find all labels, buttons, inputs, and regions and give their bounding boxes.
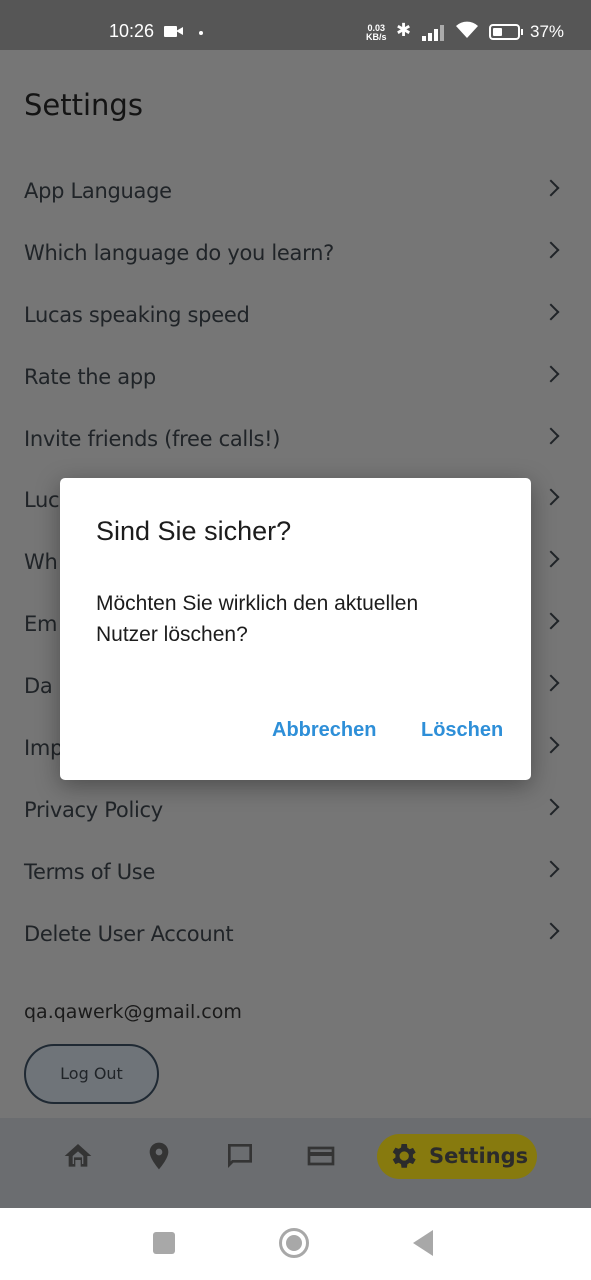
page-title: Settings <box>24 88 143 122</box>
chevron-right-icon <box>542 674 560 692</box>
chevron-right-icon <box>542 550 560 568</box>
settings-item[interactable]: Invite friends (free calls!) <box>0 410 591 472</box>
system-back-button[interactable] <box>413 1230 433 1256</box>
cancel-button[interactable]: Abbrechen <box>272 719 376 742</box>
wifi-icon <box>455 20 479 45</box>
settings-item[interactable]: Delete User Account <box>0 905 591 967</box>
settings-item-label: Wh <box>24 550 58 575</box>
chevron-right-icon <box>542 303 560 321</box>
dialog-title: Sind Sie sicher? <box>96 516 292 546</box>
settings-item[interactable]: Terms of Use <box>0 843 591 905</box>
chevron-right-icon <box>542 365 560 383</box>
chevron-right-icon <box>542 488 560 506</box>
settings-item-label: Invite friends (free calls!) <box>24 426 281 451</box>
settings-item-label: Em <box>24 612 58 637</box>
chevron-right-icon <box>542 427 560 445</box>
chevron-right-icon <box>542 612 560 630</box>
status-bar: 10:26 0.03 KB/s ✱ 37% <box>0 0 591 50</box>
settings-item-label: Privacy Policy <box>24 797 163 822</box>
nav-payment[interactable] <box>305 1140 345 1180</box>
settings-item-label: Which language do you learn? <box>24 240 334 265</box>
location-pin-icon <box>149 1142 169 1170</box>
net-speed-unit: KB/s <box>366 32 387 42</box>
delete-button[interactable]: Löschen <box>421 719 503 742</box>
nav-chat[interactable] <box>224 1140 264 1180</box>
account-email: qa.qawerk@gmail.com <box>24 1001 242 1023</box>
bluetooth-icon: ✱ <box>396 20 412 41</box>
chevron-right-icon <box>542 179 560 197</box>
settings-item-label: Delete User Account <box>24 921 234 946</box>
chat-icon <box>228 1144 252 1168</box>
settings-item[interactable]: Lucas speaking speed <box>0 286 591 348</box>
battery-icon <box>489 24 523 40</box>
system-home-button[interactable] <box>279 1228 309 1258</box>
dialog-message: Möchten Sie wirklich den aktuellen Nutze… <box>96 592 419 646</box>
battery-percent: 37% <box>530 22 565 41</box>
video-camera-icon <box>164 26 183 37</box>
nav-home[interactable] <box>62 1140 102 1180</box>
nav-location[interactable] <box>143 1140 183 1180</box>
signal-icon <box>422 25 448 41</box>
chevron-right-icon <box>542 736 560 754</box>
chevron-right-icon <box>542 241 560 259</box>
nav-settings-label: Settings <box>429 1144 529 1168</box>
settings-item-label: Terms of Use <box>24 859 156 884</box>
home-icon <box>64 1144 92 1167</box>
status-time: 10:26 <box>109 21 155 41</box>
logout-button[interactable]: Log Out <box>24 1044 159 1104</box>
gear-icon <box>392 1144 416 1168</box>
settings-item-label: Luc <box>24 488 60 513</box>
recent-apps-button[interactable] <box>153 1232 175 1254</box>
settings-item[interactable]: Rate the app <box>0 348 591 410</box>
settings-item-label: App Language <box>24 179 172 203</box>
system-nav-bar <box>0 1208 591 1280</box>
settings-item-label: Imp <box>24 736 64 761</box>
confirm-delete-dialog: Sind Sie sicher? Möchten Sie wirklich de… <box>60 478 531 780</box>
chevron-right-icon <box>542 922 560 940</box>
net-speed: 0.03 KB/s <box>366 24 387 42</box>
nav-settings[interactable]: Settings <box>377 1134 537 1179</box>
settings-item[interactable]: Privacy Policy <box>0 781 591 843</box>
settings-item-label: Rate the app <box>24 364 156 389</box>
settings-item[interactable]: App Language <box>0 162 591 224</box>
battery-fill <box>493 28 502 36</box>
settings-item[interactable]: Which language do you learn? <box>0 224 591 286</box>
settings-item-label: Lucas speaking speed <box>24 302 250 327</box>
bottom-nav: Settings <box>0 1118 591 1208</box>
chevron-right-icon <box>542 860 560 878</box>
notification-dot-icon <box>199 31 203 35</box>
chevron-right-icon <box>542 798 560 816</box>
settings-item-label: Da <box>24 674 53 699</box>
credit-card-icon <box>307 1146 335 1166</box>
